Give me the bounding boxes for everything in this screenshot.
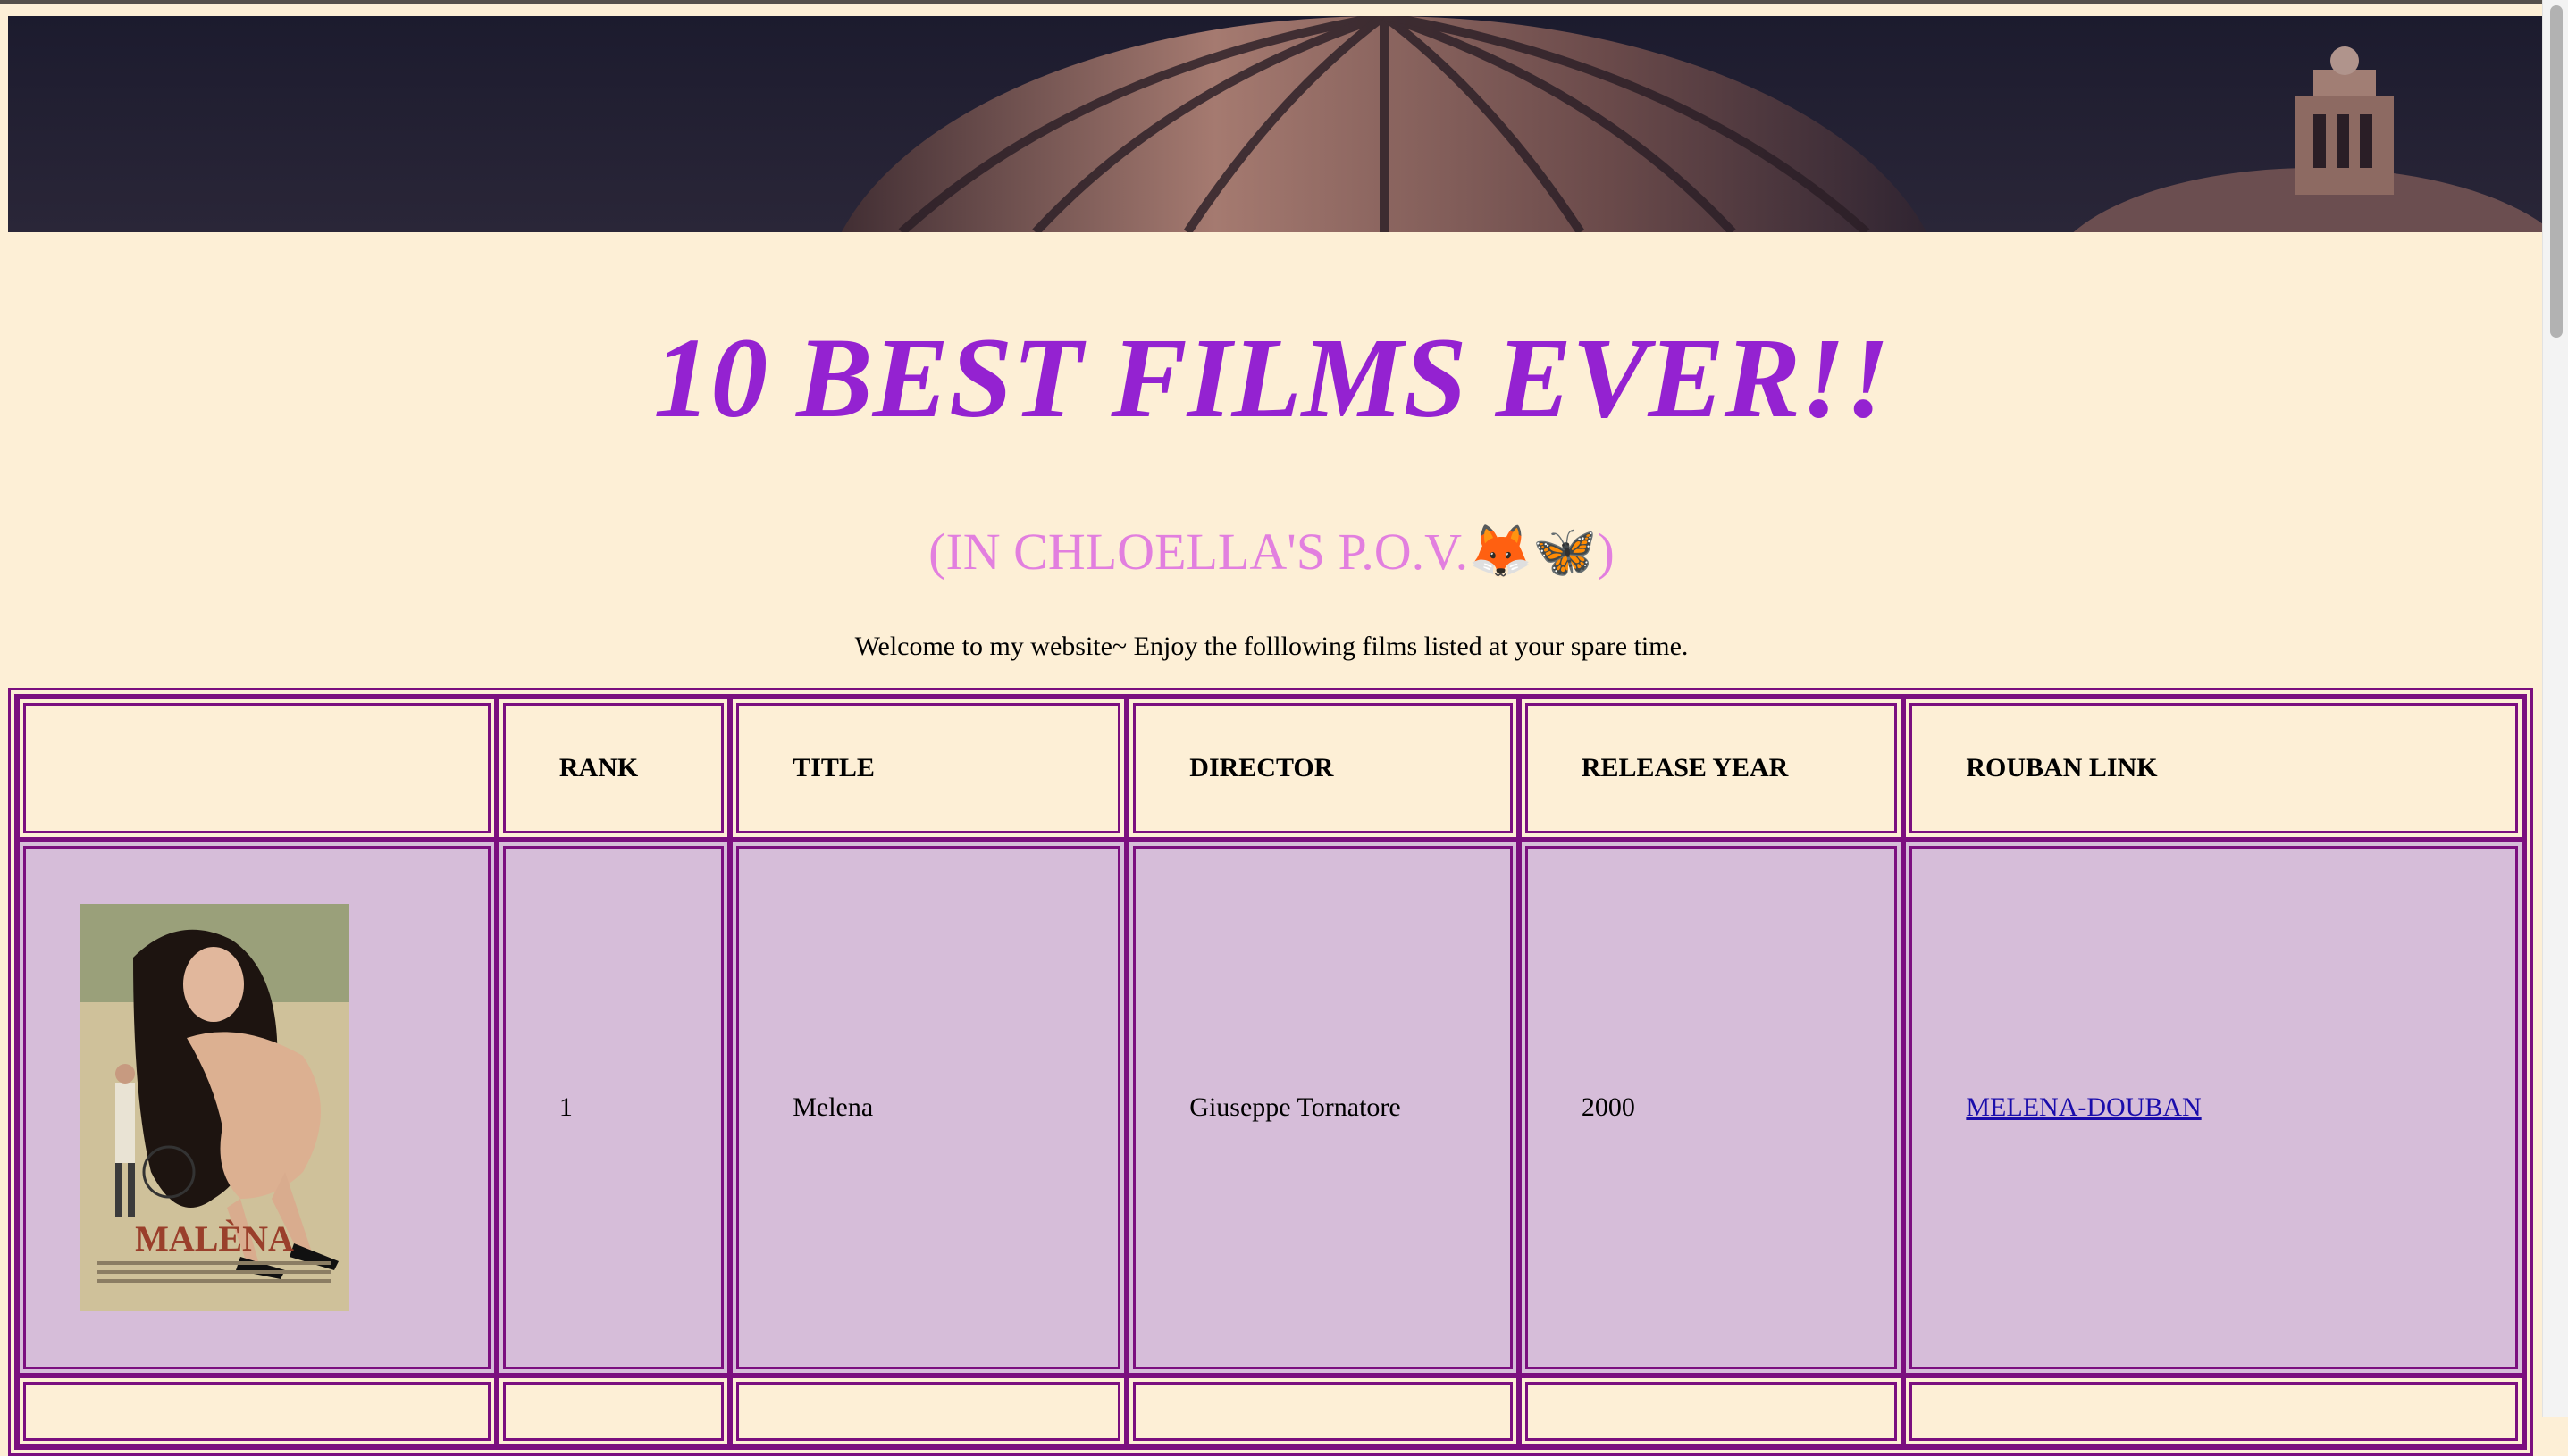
- header-director: DIRECTOR: [1127, 697, 1519, 840]
- title-cell: Melena: [730, 840, 1128, 1376]
- header-rank: RANK: [496, 697, 731, 840]
- welcome-text: Welcome to my website~ Enjoy the folllow…: [854, 632, 1689, 661]
- link-cell-partial: [1903, 1376, 2524, 1447]
- page-subtitle: (IN CHLOELLA'S P.O.V.🦊🦋): [928, 523, 1615, 581]
- page-title: 10 BEST FILMS EVER!!: [653, 314, 1890, 441]
- poster-cell-partial: [17, 1376, 497, 1447]
- rank-cell: 1: [496, 840, 731, 1376]
- films-table: RANK TITLE DIRECTOR RELEASE YEAR ROUBAN …: [8, 688, 2533, 1456]
- release-year-cell-partial: [1518, 1376, 1904, 1447]
- release-year-cell: 2000: [1518, 840, 1904, 1376]
- header-release-year: RELEASE YEAR: [1518, 697, 1904, 840]
- vertical-scrollbar[interactable]: [2542, 0, 2568, 1417]
- table-row: MALÈNA 1 Melena Giuseppe Tornatore 2000 …: [17, 840, 2524, 1376]
- header-poster: [17, 697, 497, 840]
- poster-caption: MALÈNA: [135, 1218, 294, 1259]
- table-row: [17, 1376, 2524, 1447]
- window-top-border: [0, 0, 2568, 4]
- malena-poster-image: MALÈNA: [80, 904, 349, 1311]
- header-banner-image: [8, 16, 2543, 232]
- director-cell-partial: [1127, 1376, 1519, 1447]
- header-rouban-link: ROUBAN LINK: [1903, 697, 2524, 840]
- table-header-row: RANK TITLE DIRECTOR RELEASE YEAR ROUBAN …: [17, 697, 2524, 840]
- link-cell: MELENA-DOUBAN: [1903, 840, 2524, 1376]
- scrollbar-thumb[interactable]: [2550, 5, 2563, 338]
- header-title: TITLE: [730, 697, 1128, 840]
- director-cell: Giuseppe Tornatore: [1127, 840, 1519, 1376]
- douban-link[interactable]: MELENA-DOUBAN: [1966, 1092, 2201, 1122]
- poster-cell: MALÈNA: [17, 840, 497, 1376]
- title-cell-partial: [730, 1376, 1128, 1447]
- rank-cell-partial: [496, 1376, 731, 1447]
